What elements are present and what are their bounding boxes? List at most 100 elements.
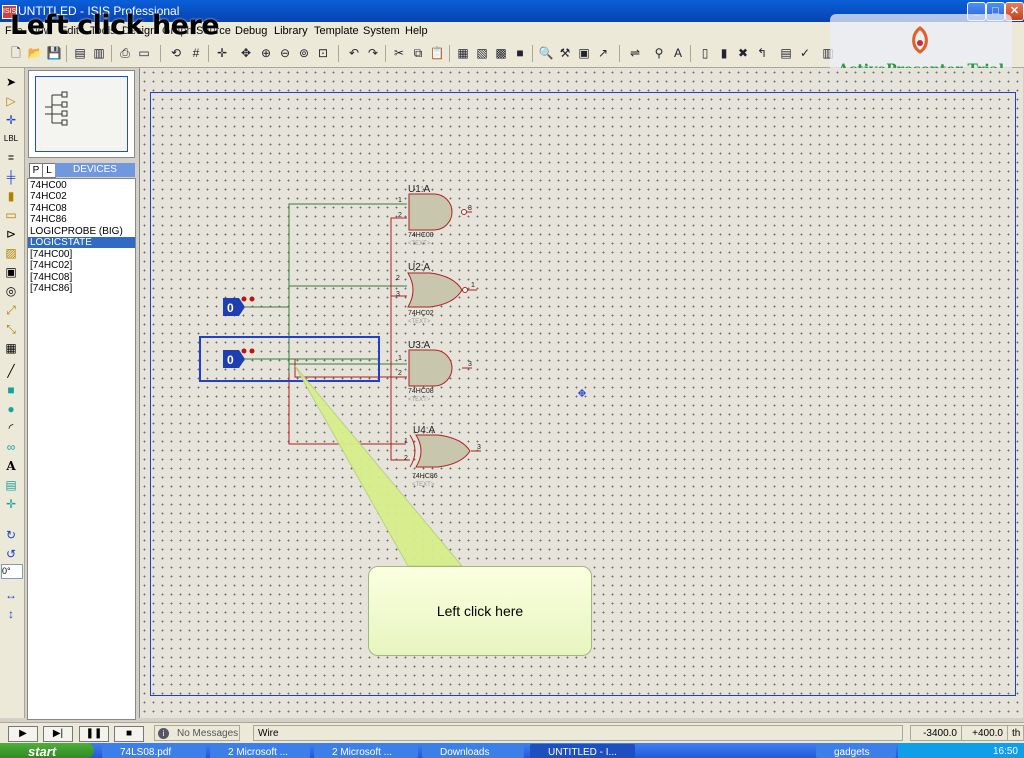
wire-autoroute-icon[interactable]: ⇌ <box>627 45 643 61</box>
block-rotate-icon[interactable]: ▩ <box>493 45 509 61</box>
block-delete-icon[interactable]: ■ <box>512 45 528 61</box>
junction-dot-icon[interactable]: ✛ <box>3 112 19 128</box>
task-word-2[interactable]: 2 Microsoft ... <box>314 744 418 758</box>
redraw-icon[interactable]: ⟲ <box>168 45 184 61</box>
stop-button[interactable]: ■ <box>114 726 144 742</box>
clock[interactable]: 16:50 <box>993 743 1018 758</box>
pan-icon[interactable]: ✥ <box>238 45 254 61</box>
pick-device-icon[interactable]: 🔍 <box>538 45 554 61</box>
make-device-icon[interactable]: ⚒ <box>557 45 573 61</box>
device-list[interactable]: 74HC00 74HC02 74HC08 74HC86 LOGICPROBE (… <box>27 178 136 720</box>
search-tag-icon[interactable]: ⚲ <box>651 45 667 61</box>
menu-debug[interactable]: Debug <box>235 25 267 37</box>
bus-icon[interactable]: ╪ <box>3 169 19 185</box>
subcircuit-icon[interactable]: ▮ <box>3 188 19 204</box>
rotate-clockwise-icon[interactable]: ↻ <box>3 527 19 543</box>
device-item-logicstate[interactable]: LOGICSTATE <box>28 237 135 248</box>
exit-parent-icon[interactable]: ↰ <box>754 45 770 61</box>
area-icon[interactable]: ▭ <box>136 45 152 61</box>
selection-mode-icon[interactable]: ➤ <box>3 74 19 90</box>
overview-viewport[interactable] <box>35 76 128 152</box>
path-tool-icon[interactable]: ∞ <box>3 439 19 455</box>
device-item-74hc86[interactable]: 74HC86 <box>28 214 135 225</box>
voltage-probe-icon[interactable]: ⤢ <box>3 302 19 318</box>
gate-u3a[interactable]: U3:A 1 2 3 74HC08 <TEXT> <box>398 340 472 403</box>
graph-icon[interactable]: ▨ <box>3 245 19 261</box>
pause-button[interactable]: ❚❚ <box>79 726 109 742</box>
block-move-icon[interactable]: ▧ <box>474 45 490 61</box>
device-item-74hc08[interactable]: 74HC08 <box>28 203 135 214</box>
wire-label-icon[interactable]: LBL <box>3 131 19 147</box>
copy-icon[interactable]: ⧉ <box>410 45 426 61</box>
generator-icon[interactable]: ◎ <box>3 283 19 299</box>
device-item-74hc02-package[interactable]: [74HC02] <box>28 260 135 271</box>
wires[interactable] <box>260 203 407 373</box>
remove-sheet-icon[interactable]: ▮ <box>716 45 732 61</box>
tape-recorder-icon[interactable]: ▣ <box>3 264 19 280</box>
circle-tool-icon[interactable]: ● <box>3 401 19 417</box>
zoom-all-icon[interactable]: ⊚ <box>296 45 312 61</box>
device-item-74hc86-package[interactable]: [74HC86] <box>28 283 135 294</box>
play-button[interactable]: ▶ <box>8 726 38 742</box>
task-word-1[interactable]: 2 Microsoft ... <box>210 744 310 758</box>
terminals-icon[interactable]: ▭ <box>3 207 19 223</box>
start-button[interactable]: start <box>0 743 94 758</box>
import-icon[interactable]: ▤ <box>72 45 88 61</box>
rotation-angle-field[interactable]: 0° <box>1 564 23 579</box>
package-tool-icon[interactable]: ▣ <box>576 45 592 61</box>
save-icon[interactable]: 💾 <box>46 45 62 61</box>
block-copy-icon[interactable]: ▦ <box>455 45 471 61</box>
new-sheet-icon[interactable]: ▯ <box>697 45 713 61</box>
logicstate-1[interactable]: 0 <box>223 296 260 317</box>
arc-tool-icon[interactable]: ◜ <box>3 420 19 436</box>
menu-help[interactable]: Help <box>405 25 428 37</box>
device-pins-icon[interactable]: ⊳ <box>3 226 19 242</box>
print-icon[interactable]: ⎙ <box>117 45 133 61</box>
device-item-74hc00[interactable]: 74HC00 <box>28 180 135 191</box>
device-item-74hc00-package[interactable]: [74HC00] <box>28 249 135 260</box>
menu-library[interactable]: Library <box>274 25 308 37</box>
device-item-logicprobe[interactable]: LOGICPROBE (BIG) <box>28 226 135 237</box>
gate-u4a[interactable]: U4:A 1 2 3 74HC86 <TEXT> <box>404 425 481 488</box>
rotate-anticlockwise-icon[interactable]: ↺ <box>3 546 19 562</box>
text-script-icon[interactable]: ≣ <box>3 150 19 166</box>
line-tool-icon[interactable]: ╱ <box>3 363 19 379</box>
zoom-area-icon[interactable]: ⊡ <box>315 45 331 61</box>
gate-u2a[interactable]: U2:A 2 3 1 74HC02 <TEXT> <box>396 262 475 325</box>
origin-icon[interactable]: ✛ <box>214 45 230 61</box>
step-button[interactable]: ▶| <box>43 726 73 742</box>
current-probe-icon[interactable]: ⤡ <box>3 321 19 337</box>
decompose-icon[interactable]: ↗ <box>595 45 611 61</box>
component-mode-icon[interactable]: ▷ <box>3 93 19 109</box>
cut-icon[interactable]: ✂ <box>391 45 407 61</box>
property-assign-icon[interactable]: A <box>670 45 686 61</box>
flip-horizontal-icon[interactable]: ↔ <box>3 587 19 603</box>
overview-window[interactable] <box>28 70 135 158</box>
task-isis[interactable]: UNTITLED - I... <box>530 744 635 758</box>
electrical-check-icon[interactable]: ✓ <box>797 45 813 61</box>
paste-icon[interactable]: 📋 <box>429 45 445 61</box>
flip-vertical-icon[interactable]: ↕ <box>3 606 19 622</box>
text-tool-icon[interactable]: A <box>3 458 19 474</box>
task-gadgets[interactable]: gadgets <box>816 744 896 758</box>
zoom-out-icon[interactable]: ⊖ <box>277 45 293 61</box>
task-pdf[interactable]: 74LS08.pdf <box>102 744 206 758</box>
symbol-tool-icon[interactable]: ▤ <box>3 477 19 493</box>
box-tool-icon[interactable]: ■ <box>3 382 19 398</box>
gate-u1a[interactable]: U1:A 1 2 3 74HC00 <TEXT> <box>398 184 472 247</box>
menu-system[interactable]: System <box>363 25 400 37</box>
open-folder-icon[interactable]: 📂 <box>27 45 43 61</box>
logicstate-2[interactable]: 0 <box>223 348 260 369</box>
new-file-icon[interactable]: 🗋 <box>8 45 24 61</box>
zoom-in-icon[interactable]: ⊕ <box>258 45 274 61</box>
device-item-74hc02[interactable]: 74HC02 <box>28 191 135 202</box>
task-downloads[interactable]: Downloads <box>422 744 524 758</box>
menu-template[interactable]: Template <box>314 25 359 37</box>
export-icon[interactable]: ▥ <box>91 45 107 61</box>
virtual-instruments-icon[interactable]: ▦ <box>3 340 19 356</box>
marker-tool-icon[interactable]: ✛ <box>3 496 19 512</box>
pick-devices-button[interactable]: P <box>29 163 43 178</box>
bill-of-materials-icon[interactable]: ▤ <box>778 45 794 61</box>
delete-sheet-icon[interactable]: ✖ <box>735 45 751 61</box>
undo-icon[interactable]: ↶ <box>346 45 362 61</box>
